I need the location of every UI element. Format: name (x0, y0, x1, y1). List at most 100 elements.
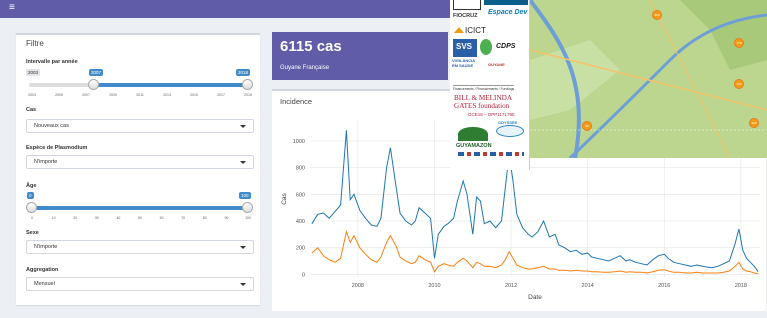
chart-y-tick-label: 1000 (293, 139, 305, 145)
slider-tick-label: 2009 (109, 93, 117, 97)
filter-panel: Filtre Intervalle par année 2003 2007 20… (16, 33, 260, 305)
age-slider-selected-range (32, 206, 246, 210)
year-slider-from-value: 2007 (89, 69, 104, 76)
cdps-logo-text: CDPS (496, 43, 516, 50)
slider-tick-label: 2003 (28, 93, 36, 97)
year-range-slider[interactable]: 2003 2007 2018 2003 2005 2007 2009 2011 2013 2… (26, 67, 254, 103)
slider-tick-label: 90 (224, 216, 229, 220)
aggregation-select-value: Mensuel (34, 281, 55, 287)
year-slider-ticks: 2003 2005 2007 2009 2011 2013 2015 2017 2018 (26, 91, 254, 101)
chart-y-tick-label: 800 (296, 166, 305, 172)
chart-y-tick-label: 600 (296, 192, 305, 198)
slider-tick-label: 30 (94, 216, 99, 220)
cas-label: Cas (26, 107, 37, 113)
vigilancia-logo-text: VIGILÂNCIA EM SAÚDE (452, 58, 475, 68)
chart-y-tick-label: 200 (296, 246, 305, 252)
age-slider-from-handle[interactable] (26, 202, 37, 213)
slider-tick-label: 0 (31, 216, 33, 220)
icict-logo-text: ICICT (465, 26, 486, 35)
slider-tick-label: 2013 (163, 93, 171, 97)
espece-select-value: N'importe (34, 159, 58, 165)
chart-x-tick-label: 2012 (505, 283, 517, 289)
age-slider-from-value: 0 (27, 192, 34, 199)
age-slider-to-handle[interactable] (242, 202, 253, 213)
case-count-caption: Guyane Française (280, 65, 330, 71)
partner-logos-panel: FIOCRUZ Espace Dev ICICT SVS CDPS VIGILÂ… (450, 0, 530, 170)
icict-logo-icon (454, 27, 464, 33)
slider-tick-label: 2018 (244, 93, 252, 97)
slider-tick-label: 10 (51, 216, 56, 220)
slider-tick-label: 50 (138, 216, 142, 220)
chart-x-tick-label: 2018 (735, 283, 747, 289)
chart-x-tick-label: 2008 (352, 283, 364, 289)
aggregation-select[interactable]: Mensuel (26, 277, 254, 291)
chart-x-axis-label: Date (528, 294, 542, 301)
slider-tick-label: 80 (202, 216, 207, 220)
map-case-marker[interactable]: 69 (582, 121, 592, 131)
espece-select[interactable]: N'importe (26, 155, 254, 169)
age-slider-ticks: 0 10 20 30 40 50 60 70 80 90 100 (26, 214, 254, 224)
hamburger-icon[interactable]: ≡ (9, 2, 15, 14)
espace-dev-banner (484, 0, 528, 5)
case-count-value: 6115 cas (280, 38, 342, 55)
year-range-label: Intervalle par année (26, 59, 78, 65)
chevron-down-icon (240, 246, 246, 249)
sexe-select[interactable]: N'importe (26, 240, 254, 254)
year-slider-from-handle[interactable] (88, 79, 99, 90)
chart-x-tick-label: 2010 (428, 283, 440, 289)
chevron-down-icon (240, 283, 246, 286)
age-label: Âge (26, 183, 37, 189)
svs-logo-text: SVS (456, 42, 473, 51)
slider-tick-label: 2017 (217, 93, 225, 97)
chevron-down-icon (240, 125, 246, 128)
map-terrain (530, 0, 767, 158)
slider-tick-label: 100 (245, 216, 251, 220)
map-case-marker[interactable]: 176 (734, 38, 744, 48)
map-case-marker[interactable]: 360 (652, 10, 662, 20)
partner-badges-strip (458, 152, 524, 156)
map-case-marker[interactable]: 100 (749, 118, 759, 128)
fiocruz-logo-icon (453, 0, 481, 10)
age-slider-to-value: 100 (239, 192, 251, 199)
chevron-down-icon (240, 161, 246, 164)
year-slider-to-handle[interactable] (242, 79, 253, 90)
year-slider-min: 2003 (26, 69, 41, 76)
guyamazon-logo-text: GUYAMAZON (456, 143, 492, 149)
cas-select-value: Nouveaux cas (34, 123, 69, 129)
sexe-label: Sexe (26, 230, 39, 236)
guyamazon-logo-icon (458, 127, 488, 141)
chart-series-line-1 (311, 229, 759, 275)
slider-tick-label: 70 (181, 216, 186, 220)
slider-tick-label: 2011 (136, 93, 144, 97)
espace-dev-logo-text: Espace Dev (488, 9, 528, 16)
slider-tick-label: 20 (73, 216, 78, 220)
case-count-valuebox: 6115 cas Guyane Française (272, 32, 448, 80)
sexe-select-value: N'importe (34, 244, 58, 250)
cdps-logo-icon (480, 39, 492, 55)
aggregation-label: Aggregation (26, 267, 59, 273)
gates-grant-id: GCE18 – OPP1171795 (468, 112, 515, 117)
map-panel[interactable]: 360 176 140 69 100 (530, 0, 767, 158)
year-slider-selected-range (94, 83, 245, 87)
slider-tick-label: 2005 (55, 93, 63, 97)
chart-x-tick-label: 2016 (658, 283, 670, 289)
slider-tick-label: 2007 (82, 93, 90, 97)
gates-foundation-logo-text: BILL & MELINDA GATES foundation (454, 94, 512, 110)
espece-label: Espèce de Plasmodium (26, 145, 88, 151)
slider-tick-label: 2015 (190, 93, 198, 97)
cas-select[interactable]: Nouveaux cas (26, 119, 254, 133)
fiocruz-logo-text: FIOCRUZ (453, 13, 478, 19)
slider-tick-label: 40 (116, 216, 121, 220)
filter-title: Filtre (26, 39, 44, 48)
odyssee-logo-icon (496, 125, 524, 137)
chart-y-tick-label: 0 (302, 272, 305, 278)
map-case-marker[interactable]: 140 (734, 79, 744, 89)
fundings-caption: Financements / Financiements / Fundings (453, 85, 515, 91)
chart-y-axis-label: Cas (281, 192, 288, 204)
slider-tick-label: 60 (159, 216, 164, 220)
chart-y-tick-label: 400 (296, 219, 305, 225)
age-range-slider[interactable]: 0 100 0 10 20 30 40 50 60 70 80 90 100 (26, 190, 254, 226)
chart-x-tick-label: 2014 (582, 283, 594, 289)
year-slider-to-value: 2018 (236, 69, 251, 76)
guyane-logo-text: GUYANE (488, 62, 505, 67)
